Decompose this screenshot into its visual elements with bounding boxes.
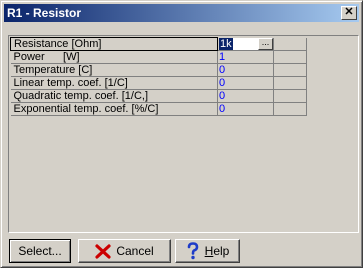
- property-value[interactable]: 0: [217, 102, 274, 116]
- property-row-linear-coef[interactable]: Linear temp. coef. [1/C] 0: [10, 76, 307, 90]
- property-row-temperature[interactable]: Temperature [C] 0: [10, 63, 307, 77]
- property-value[interactable]: 0: [217, 89, 274, 103]
- title-bar[interactable]: R1 - Resistor ✕: [4, 4, 359, 22]
- help-button-label: Help: [204, 244, 230, 258]
- select-button-label: Select...: [18, 244, 62, 258]
- cancel-button[interactable]: Cancel: [78, 239, 171, 263]
- question-mark-icon: [187, 242, 198, 260]
- select-button[interactable]: Select...: [9, 239, 71, 263]
- property-extra-cell: [273, 89, 307, 103]
- value-input[interactable]: 1k: [219, 37, 233, 50]
- property-value[interactable]: 1: [217, 50, 274, 64]
- property-name: Quadratic temp. coef. [1/C,]: [10, 89, 218, 103]
- button-bar: Select... Cancel Help: [4, 235, 359, 265]
- window-title: R1 - Resistor: [7, 6, 82, 20]
- property-name: Power [W]: [10, 50, 218, 64]
- property-value-editor[interactable]: 1k ...: [217, 37, 274, 51]
- help-button[interactable]: Help: [175, 239, 240, 263]
- property-extra-cell: [273, 37, 307, 51]
- property-value[interactable]: 0: [217, 76, 274, 90]
- ellipsis-button[interactable]: ...: [258, 38, 273, 50]
- property-row-power[interactable]: Power [W] 1: [10, 50, 307, 64]
- property-value[interactable]: 0: [217, 63, 274, 77]
- property-row-exponential-coef[interactable]: Exponential temp. coef. [%/C] 0: [10, 102, 307, 116]
- property-grid: Resistance [Ohm] 1k ... Power [W] 1 Temp…: [8, 35, 359, 233]
- close-button[interactable]: ✕: [341, 6, 357, 20]
- property-extra-cell: [273, 50, 307, 64]
- property-row-quadratic-coef[interactable]: Quadratic temp. coef. [1/C,] 0: [10, 89, 307, 103]
- property-name: Temperature [C]: [10, 63, 218, 77]
- cancel-button-label: Cancel: [116, 244, 154, 258]
- property-extra-cell: [273, 102, 307, 116]
- cancel-x-icon: [95, 243, 111, 259]
- property-table: Resistance [Ohm] 1k ... Power [W] 1 Temp…: [10, 37, 307, 116]
- close-icon: ✕: [344, 6, 354, 18]
- property-extra-cell: [273, 63, 307, 77]
- property-name: Linear temp. coef. [1/C]: [10, 76, 218, 90]
- resistor-dialog: R1 - Resistor ✕ Resistance [Ohm] 1k ... …: [0, 0, 363, 268]
- property-name: Resistance [Ohm]: [10, 37, 218, 51]
- property-extra-cell: [273, 76, 307, 90]
- property-row-resistance[interactable]: Resistance [Ohm] 1k ...: [10, 37, 307, 51]
- property-name: Exponential temp. coef. [%/C]: [10, 102, 218, 116]
